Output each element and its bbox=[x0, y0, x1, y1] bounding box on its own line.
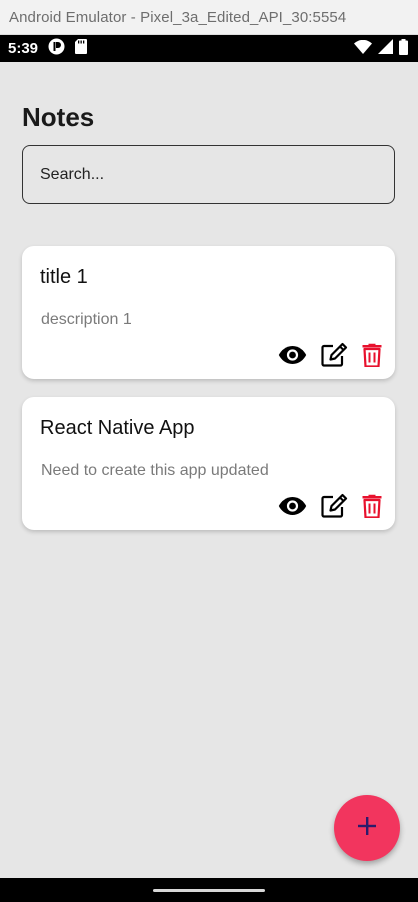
page-title: Notes bbox=[22, 102, 95, 132]
notes-screen: Notes title 1 description 1 bbox=[0, 62, 418, 878]
note-card[interactable]: title 1 description 1 bbox=[22, 246, 395, 379]
note-description: Need to create this app updated bbox=[41, 462, 269, 479]
eye-icon[interactable] bbox=[278, 496, 307, 516]
home-gesture-handle[interactable] bbox=[153, 888, 265, 892]
battery-icon bbox=[399, 38, 408, 59]
add-note-button[interactable] bbox=[334, 795, 400, 861]
status-bar: 5:39 bbox=[0, 35, 418, 62]
edit-icon[interactable] bbox=[321, 342, 348, 367]
eye-icon[interactable] bbox=[278, 345, 307, 365]
plus-icon bbox=[357, 816, 377, 840]
status-time: 5:39 bbox=[8, 40, 39, 57]
note-description: description 1 bbox=[41, 311, 132, 328]
status-left: 5:39 bbox=[8, 38, 88, 59]
trash-icon[interactable] bbox=[362, 494, 382, 518]
note-actions bbox=[278, 493, 382, 518]
note-title: React Native App bbox=[40, 417, 195, 439]
note-actions bbox=[278, 342, 382, 367]
cellular-signal-icon bbox=[378, 39, 393, 58]
edit-icon[interactable] bbox=[321, 493, 348, 518]
search-input[interactable] bbox=[22, 145, 395, 204]
status-right bbox=[354, 38, 408, 59]
note-card[interactable]: React Native App Need to create this app… bbox=[22, 397, 395, 530]
navigation-bar bbox=[0, 878, 418, 902]
trash-icon[interactable] bbox=[362, 343, 382, 367]
app-notification-icon bbox=[48, 38, 65, 59]
wifi-icon bbox=[354, 39, 372, 58]
window-titlebar: Android Emulator - Pixel_3a_Edited_API_3… bbox=[0, 0, 418, 35]
note-title: title 1 bbox=[40, 266, 88, 288]
sd-card-icon bbox=[75, 39, 88, 58]
window-title: Android Emulator - Pixel_3a_Edited_API_3… bbox=[9, 8, 347, 26]
